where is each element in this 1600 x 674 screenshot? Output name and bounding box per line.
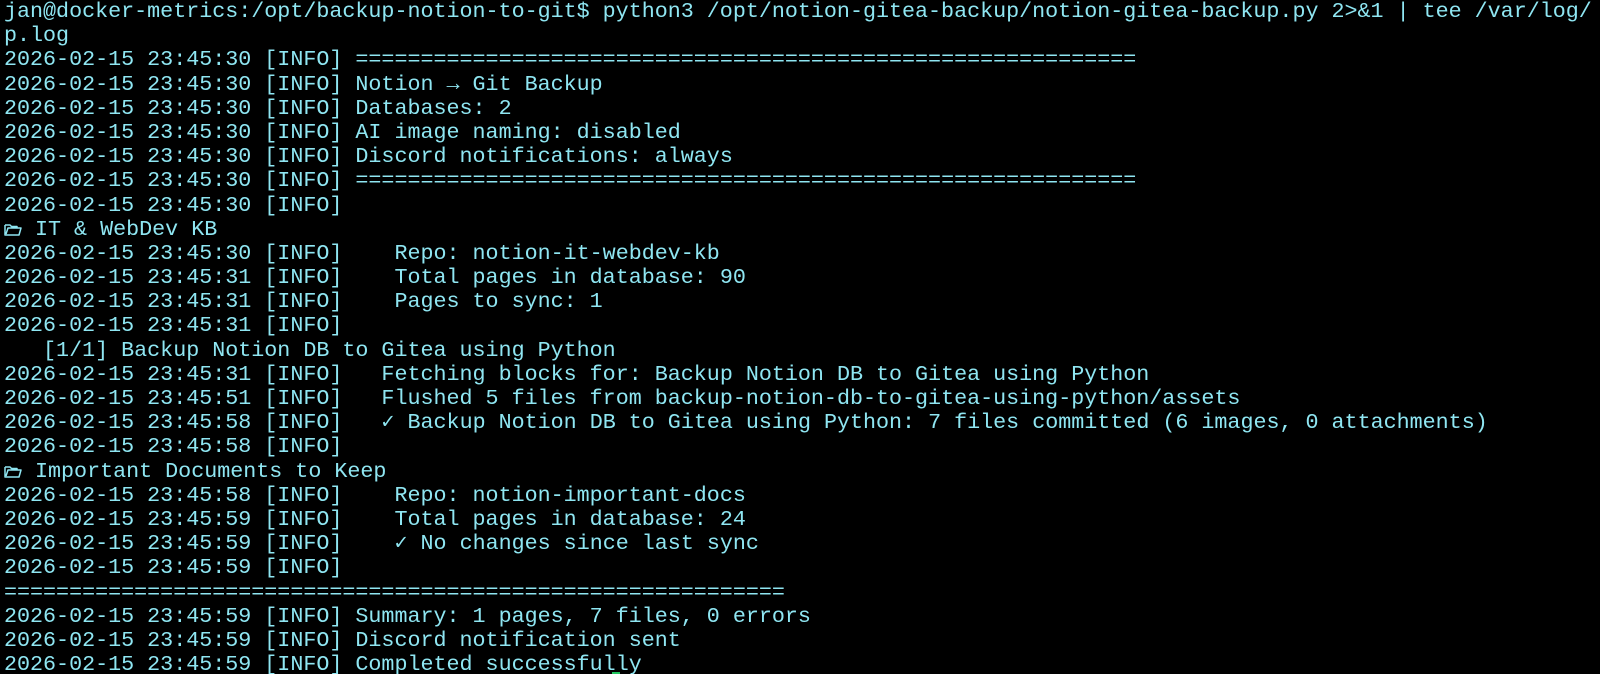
log-message: Discord notifications: always [342,145,733,170]
log-level: [INFO] [264,628,343,653]
terminal-window[interactable]: jan@docker-metrics:/opt/backup-notion-to… [0,0,1600,674]
log-message: ✓ No changes since last sync [342,532,759,557]
log-timestamp: 2026-02-15 23:45:59 [4,604,252,629]
log-line: 2026-02-15 23:45:59 [INFO] Discord notif… [4,629,1600,653]
log-level: [INFO] [264,653,343,674]
command-prompt-wrap: p.log [4,24,70,49]
log-line: 2026-02-15 23:45:30 [INFO] Discord notif… [4,145,1600,169]
log-line: 2026-02-15 23:45:30 [INFO] [4,194,1600,218]
log-level: [INFO] [264,483,343,508]
log-line: 2026-02-15 23:45:59 [INFO] Completed suc… [4,653,1600,674]
log-line: 2026-02-15 23:45:31 [INFO] Fetching bloc… [4,363,1600,387]
log-message: Fetching blocks for: Backup Notion DB to… [342,362,1150,387]
database-title: IT & WebDev KB [22,217,218,242]
log-timestamp: 2026-02-15 23:45:30 [4,145,252,170]
log-timestamp: 2026-02-15 23:45:58 [4,483,252,508]
log-level: [INFO] [264,556,343,581]
terminal-output: jan@docker-metrics:/opt/backup-notion-to… [4,0,1600,674]
database-header: IT & WebDev KB [4,218,1600,242]
folder-icon [4,465,22,478]
log-timestamp: 2026-02-15 23:45:30 [4,96,252,121]
log-timestamp: 2026-02-15 23:45:30 [4,72,252,97]
log-line: 2026-02-15 23:45:30 [INFO] Databases: 2 [4,97,1600,121]
log-level: [INFO] [264,604,343,629]
log-timestamp: 2026-02-15 23:45:59 [4,628,252,653]
log-timestamp: 2026-02-15 23:45:59 [4,653,252,674]
log-line: 2026-02-15 23:45:58 [INFO] [4,435,1600,459]
log-level: [INFO] [264,72,343,97]
log-level: [INFO] [264,169,343,194]
log-message: Total pages in database: 90 [342,266,746,291]
log-line: 2026-02-15 23:45:31 [INFO] Pages to sync… [4,290,1600,314]
log-message: Notion → Git Backup [342,72,603,97]
log-line: 2026-02-15 23:45:30 [INFO] =============… [4,48,1600,72]
log-timestamp: 2026-02-15 23:45:30 [4,120,252,145]
log-message: ========================================… [342,169,1137,194]
log-message: AI image naming: disabled [342,120,681,145]
database-header: Important Documents to Keep [4,460,1600,484]
log-message: Pages to sync: 1 [342,290,603,315]
log-level: [INFO] [264,411,343,436]
log-line: 2026-02-15 23:45:58 [INFO] ✓ Backup Noti… [4,411,1600,435]
log-timestamp: 2026-02-15 23:45:31 [4,290,252,315]
log-level: [INFO] [264,120,343,145]
log-timestamp: 2026-02-15 23:45:30 [4,193,252,218]
log-message: Discord notification sent [342,628,681,653]
log-timestamp: 2026-02-15 23:45:30 [4,48,252,73]
log-message: Summary: 1 pages, 7 files, 0 errors [342,604,811,629]
log-timestamp: 2026-02-15 23:45:58 [4,435,252,460]
log-level: [INFO] [264,241,343,266]
log-line: 2026-02-15 23:45:59 [INFO] ✓ No changes … [4,532,1600,556]
log-line: 2026-02-15 23:45:58 [INFO] Repo: notion-… [4,484,1600,508]
log-line: 2026-02-15 23:45:30 [INFO] Notion → Git … [4,73,1600,97]
log-level: [INFO] [264,362,343,387]
log-level: [INFO] [264,290,343,315]
log-timestamp: 2026-02-15 23:45:59 [4,556,252,581]
log-level: [INFO] [264,193,343,218]
log-timestamp: 2026-02-15 23:45:31 [4,266,252,291]
log-level: [INFO] [264,96,343,121]
log-timestamp: 2026-02-15 23:45:31 [4,362,252,387]
log-line: 2026-02-15 23:45:51 [INFO] Flushed 5 fil… [4,387,1600,411]
log-timestamp: 2026-02-15 23:45:30 [4,169,252,194]
log-line: 2026-02-15 23:45:30 [INFO] =============… [4,169,1600,193]
page-progress-header: [1/1] Backup Notion DB to Gitea using Py… [4,338,616,363]
log-level: [INFO] [264,314,343,339]
log-timestamp: 2026-02-15 23:45:51 [4,387,252,411]
log-level: [INFO] [264,145,343,170]
log-message: Flushed 5 files from backup-notion-db-to… [342,387,1241,411]
separator-line: ========================================… [4,580,785,605]
log-line: 2026-02-15 23:45:59 [INFO] Summary: 1 pa… [4,605,1600,629]
folder-icon [4,223,22,236]
log-message: Total pages in database: 24 [342,507,746,532]
command-prompt-line: jan@docker-metrics:/opt/backup-notion-to… [4,0,1592,24]
database-title: Important Documents to Keep [22,459,387,484]
log-line: 2026-02-15 23:45:59 [INFO] [4,556,1600,580]
log-message: Repo: notion-it-webdev-kb [342,241,720,266]
log-timestamp: 2026-02-15 23:45:30 [4,241,252,266]
log-message: Databases: 2 [342,96,512,121]
log-line: 2026-02-15 23:45:31 [INFO] Total pages i… [4,266,1600,290]
log-level: [INFO] [264,48,343,73]
log-timestamp: 2026-02-15 23:45:59 [4,507,252,532]
log-line: 2026-02-15 23:45:31 [INFO] [4,314,1600,338]
log-message: Repo: notion-important-docs [342,483,746,508]
log-message: Completed successfully [342,653,642,674]
log-level: [INFO] [264,387,343,411]
log-timestamp: 2026-02-15 23:45:58 [4,411,252,436]
log-level: [INFO] [264,435,343,460]
log-level: [INFO] [264,532,343,557]
log-timestamp: 2026-02-15 23:45:31 [4,314,252,339]
log-level: [INFO] [264,266,343,291]
log-line: 2026-02-15 23:45:30 [INFO] AI image nami… [4,121,1600,145]
log-message: ✓ Backup Notion DB to Gitea using Python… [342,411,1488,436]
log-line: 2026-02-15 23:45:59 [INFO] Total pages i… [4,508,1600,532]
log-level: [INFO] [264,507,343,532]
log-line: 2026-02-15 23:45:30 [INFO] Repo: notion-… [4,242,1600,266]
log-timestamp: 2026-02-15 23:45:59 [4,532,252,557]
log-message: ========================================… [342,48,1137,73]
